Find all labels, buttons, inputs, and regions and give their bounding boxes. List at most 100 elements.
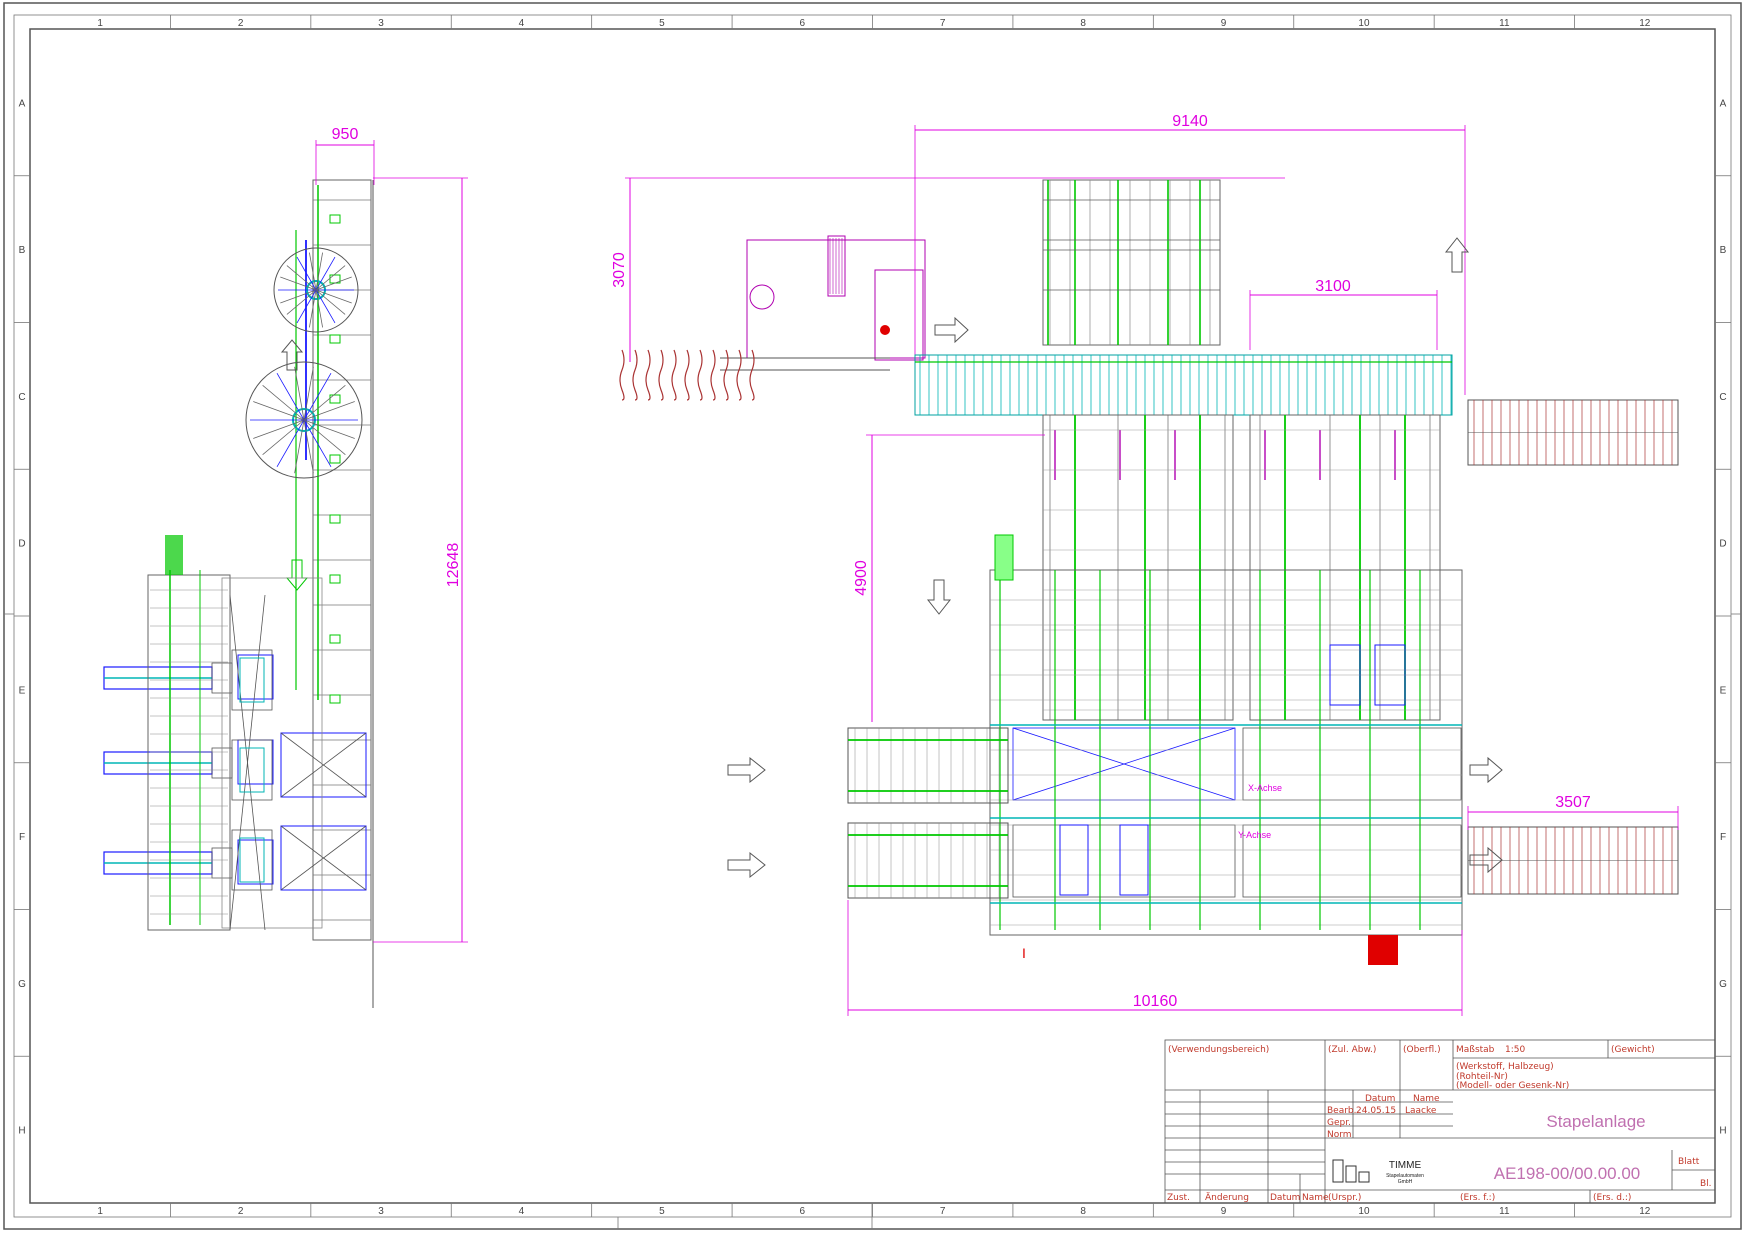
tb-company: TIMME: [1389, 1160, 1422, 1171]
outfeed-table-upper: [1467, 399, 1679, 466]
infeed-tables: [727, 727, 1503, 899]
dim-4900-label: 4900: [853, 560, 870, 596]
right-arrow-icon-4: [1469, 756, 1503, 784]
hydraulic-cylinders: [103, 654, 274, 885]
grid-row-left: G: [18, 979, 26, 990]
side-view: [103, 179, 374, 1008]
grid-col-top: 7: [940, 18, 946, 29]
right-arrow-icon: [934, 316, 969, 344]
tb-urspr: (Urspr.): [1328, 1193, 1361, 1203]
x-axis-label: X-Achse: [1248, 783, 1282, 793]
dimension-3070: 3070: [611, 177, 1285, 362]
tb-name-header: Name: [1413, 1094, 1440, 1104]
down-arrow-icon-2: [926, 579, 952, 615]
tb-ers-f: (Ers. f.:): [1460, 1193, 1495, 1203]
grid-row-right: E: [1720, 685, 1727, 696]
grid-row-right: F: [1720, 832, 1726, 843]
dim-9140-label: 9140: [1172, 113, 1208, 130]
down-arrow-icon: [285, 559, 309, 591]
cad-drawing: 112233445566778899101011111212A AB BC CD DE E…: [3, 2, 1742, 1230]
turning-wheel-upper: [273, 247, 359, 333]
transfer-conveyor: [914, 354, 1453, 416]
tb-drawing-no: AE198-00/00.00.00: [1494, 1164, 1641, 1183]
grid-col-bottom: 1: [97, 1206, 103, 1217]
red-marker: [1368, 935, 1398, 965]
tb-name-footer: Name: [1302, 1193, 1329, 1203]
grid-col-top: 3: [378, 18, 384, 29]
pallet-position-2: [280, 825, 367, 891]
tb-title: Stapelanlage: [1546, 1112, 1645, 1131]
stacking-base: X-Achse Y-Achse I: [989, 534, 1463, 965]
grid-row-right: D: [1719, 539, 1726, 550]
tb-massstab-label: Maßstab: [1456, 1045, 1495, 1055]
grid-col-top: 11: [1499, 18, 1510, 29]
grid-row-left: E: [19, 685, 26, 696]
grid-col-bottom: 7: [940, 1206, 946, 1217]
grid-row-left: F: [19, 832, 25, 843]
outfeed-table-lower: [1467, 826, 1679, 895]
grid-col-top: 8: [1080, 18, 1086, 29]
grid-col-bottom: 2: [238, 1206, 244, 1217]
tb-blatt: Blatt: [1678, 1157, 1700, 1167]
dimension-950: 950: [315, 126, 375, 185]
tb-ers-d: (Ers. d.:): [1593, 1193, 1631, 1203]
grid-col-bottom: 12: [1639, 1206, 1651, 1217]
stacker-columns: [1042, 414, 1441, 721]
grid-col-top: 2: [238, 18, 244, 29]
i-beam-symbol: I: [1022, 945, 1026, 961]
dim-3070-label: 3070: [611, 252, 628, 288]
motor-green: [165, 535, 183, 575]
grid-col-bottom: 10: [1358, 1206, 1370, 1217]
tb-modell: (Modell- oder Gesenk-Nr): [1456, 1081, 1569, 1091]
grid-row-left: C: [18, 392, 25, 403]
grid-col-top: 1: [97, 18, 103, 29]
tb-zul-abw: (Zul. Abw.): [1328, 1045, 1376, 1055]
grid-row-left: D: [18, 539, 25, 550]
tb-bl: Bl.: [1700, 1179, 1712, 1189]
grid-col-bottom: 8: [1080, 1206, 1086, 1217]
tb-gewicht: (Gewicht): [1611, 1045, 1655, 1055]
tb-oberfl: (Oberfl.): [1403, 1045, 1441, 1055]
grid-row-left: H: [18, 1126, 25, 1137]
grid-col-top: 6: [800, 18, 806, 29]
dim-12648-label: 12648: [445, 543, 462, 588]
grid-row-right: C: [1719, 392, 1726, 403]
tb-verwendungsbereich: (Verwendungsbereich): [1168, 1045, 1269, 1055]
grid-col-top: 12: [1639, 18, 1651, 29]
right-arrow-icon-2: [727, 756, 766, 784]
tb-gepr-label: Gepr.: [1327, 1118, 1351, 1128]
grid-row-left: A: [19, 98, 26, 109]
infeed-machine: [619, 235, 969, 401]
grid-row-right: A: [1720, 98, 1727, 109]
grid-col-top: 10: [1358, 18, 1370, 29]
grid-row-right: G: [1719, 979, 1727, 990]
pallet-position-1: [280, 732, 367, 798]
grid-col-bottom: 9: [1221, 1206, 1227, 1217]
grid-col-bottom: 5: [659, 1206, 665, 1217]
grid-row-right: B: [1720, 245, 1727, 256]
grid-col-bottom: 4: [519, 1206, 525, 1217]
grid-row-right: H: [1719, 1126, 1726, 1137]
tb-bearb-label: Bearb.: [1327, 1106, 1357, 1116]
grid-row-left: B: [19, 245, 26, 256]
grid-col-bottom: 6: [800, 1206, 806, 1217]
tb-company-sub2: GmbH: [1398, 1179, 1413, 1185]
dimension-3100: 3100: [1249, 278, 1438, 350]
grid-col-top: 9: [1221, 18, 1227, 29]
grid-col-bottom: 3: [378, 1206, 384, 1217]
tb-werkstoff: (Werkstoff, Halbzeug): [1456, 1062, 1554, 1072]
tb-bearb-date: 24.05.15: [1356, 1106, 1396, 1116]
grid-col-bottom: 11: [1499, 1206, 1510, 1217]
tb-norm-label: Norm: [1327, 1130, 1352, 1140]
tb-datum-footer: Datum: [1270, 1193, 1300, 1203]
drawing-sheet: 1 1 2 2 3 3 4 4 5 5 6 6 7 7 8 8 9 9 10 10 11 11 12 12 A A B B C C D D E E…: [0, 0, 1745, 1232]
dim-3507-label: 3507: [1555, 794, 1591, 811]
tb-zust: Zust.: [1167, 1193, 1190, 1203]
tb-massstab-value: 1:50: [1505, 1045, 1525, 1055]
company-logo-icon: [1332, 1159, 1370, 1183]
dim-3100-label: 3100: [1315, 278, 1351, 295]
turning-wheel-lower: [245, 361, 363, 479]
dim-950-label: 950: [332, 126, 359, 143]
dimension-4900: 4900: [853, 434, 1045, 722]
y-axis-label: Y-Achse: [1238, 830, 1271, 840]
